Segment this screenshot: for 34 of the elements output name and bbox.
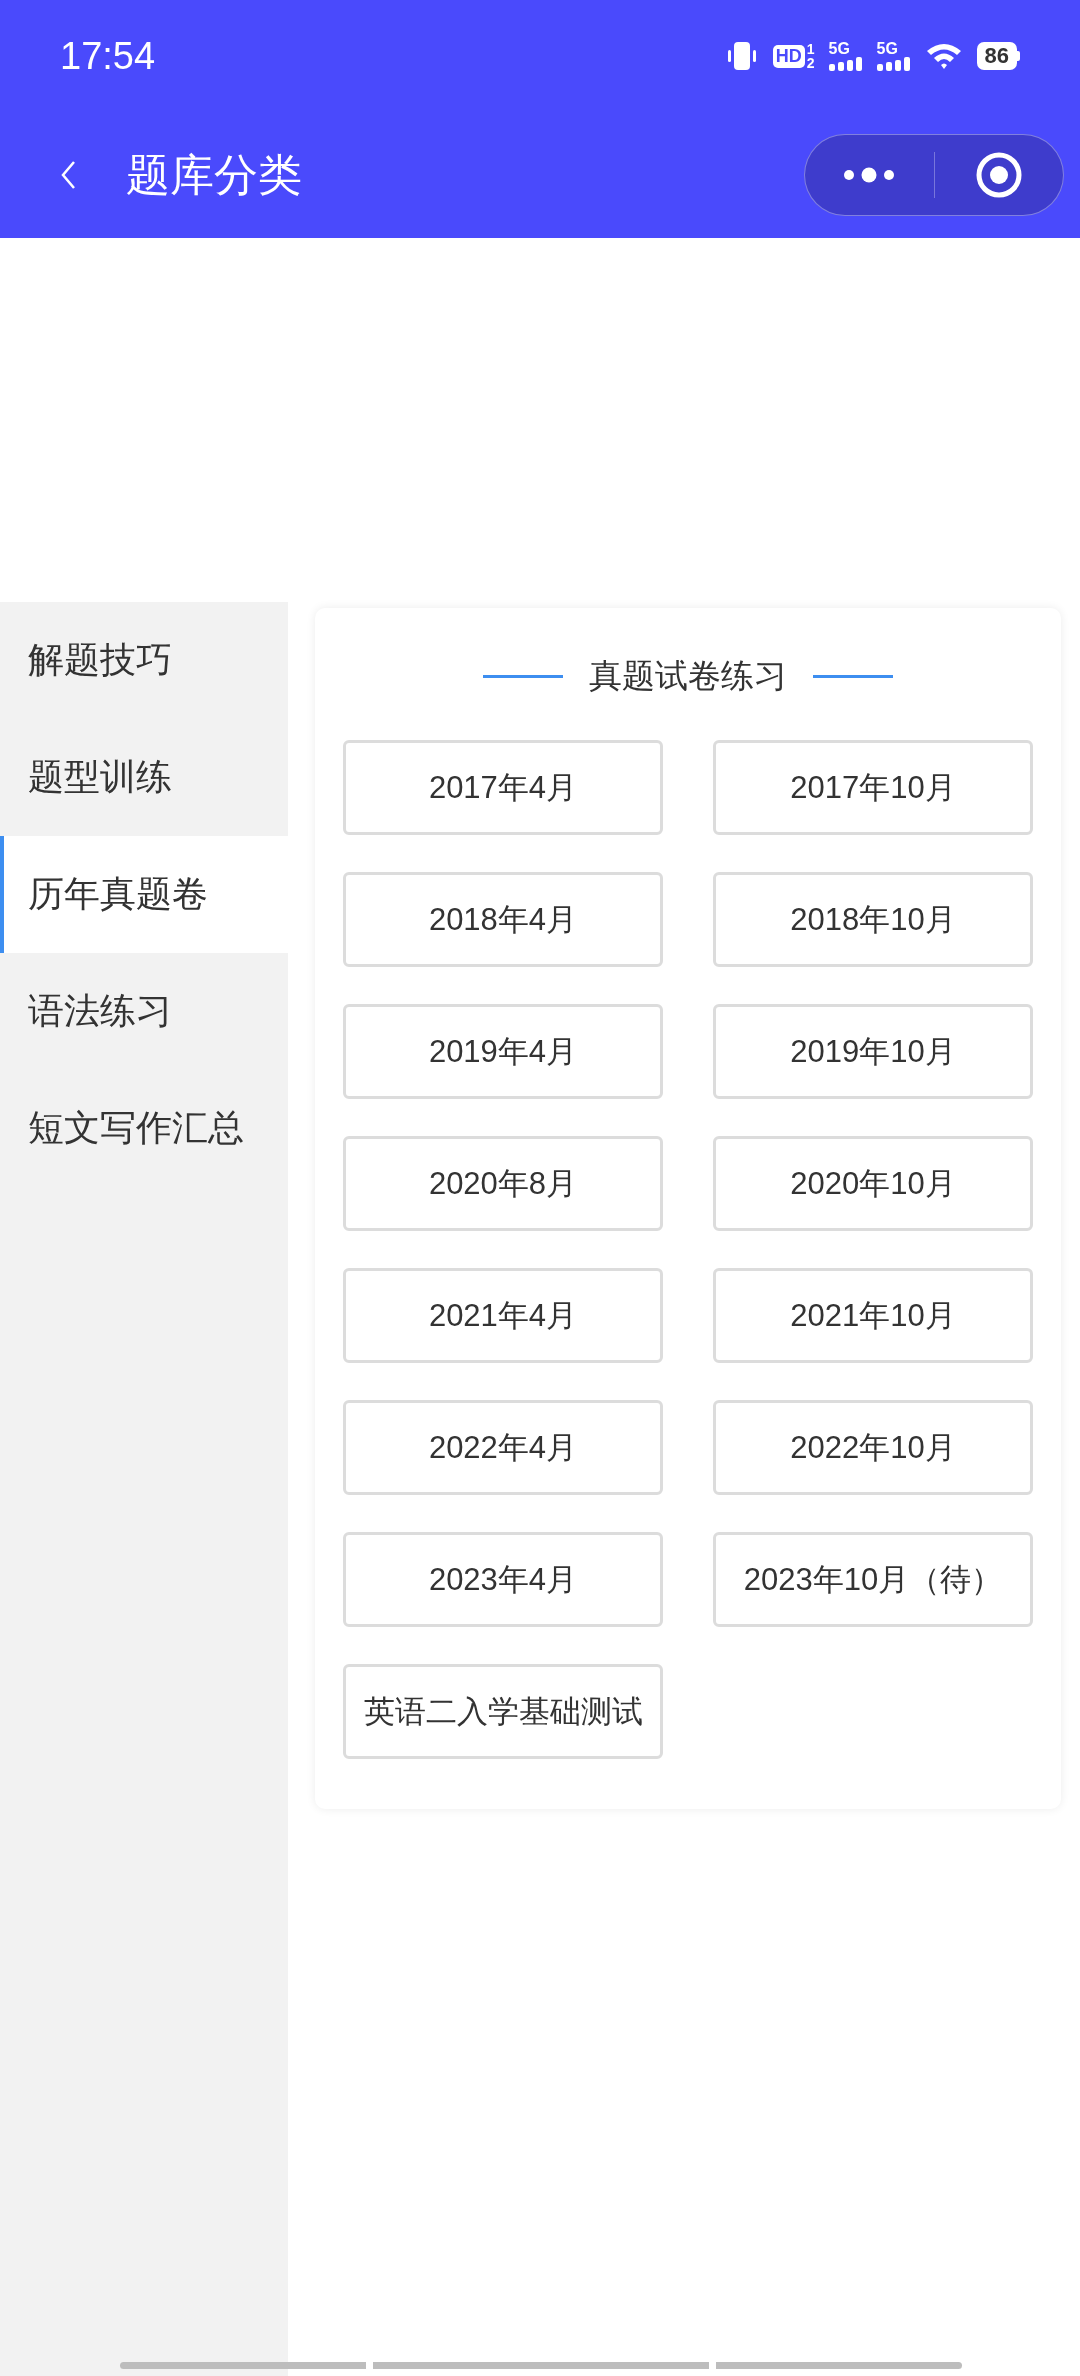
signal-icon: [876, 57, 911, 71]
signal-icon: [828, 57, 863, 71]
card-title: 真题试卷练习: [589, 655, 787, 696]
sim-number: 1: [806, 42, 815, 56]
sidebar-item[interactable]: 短文写作汇总: [0, 1070, 288, 1187]
exam-paper-button[interactable]: 2017年10月: [713, 740, 1033, 835]
exam-paper-button[interactable]: 2022年10月: [713, 1400, 1033, 1495]
page-title: 题库分类: [126, 148, 303, 201]
battery-icon: 86: [976, 42, 1020, 70]
exam-paper-button[interactable]: 2020年8月: [343, 1136, 663, 1231]
exam-paper-button[interactable]: 英语二入学基础测试: [343, 1664, 663, 1759]
network-label: 5G: [828, 41, 850, 57]
exam-paper-button[interactable]: 2023年4月: [343, 1532, 663, 1627]
network-label: 5G: [876, 41, 898, 57]
sidebar-item[interactable]: 语法练习: [0, 953, 288, 1070]
sim-number: 2: [806, 56, 815, 70]
exam-paper-button[interactable]: 2018年10月: [713, 872, 1033, 967]
exam-paper-button[interactable]: 2022年4月: [343, 1400, 663, 1495]
status-time: 17:54: [60, 34, 157, 78]
exam-paper-button[interactable]: 2020年10月: [713, 1136, 1033, 1231]
exam-paper-button[interactable]: 2019年10月: [713, 1004, 1033, 1099]
more-icon[interactable]: [842, 167, 897, 183]
hd-badge: HD: [772, 44, 805, 68]
sidebar-item[interactable]: 解题技巧: [0, 602, 288, 719]
exam-paper-button[interactable]: 2017年4月: [343, 740, 663, 835]
exam-paper-button[interactable]: 2019年4月: [343, 1004, 663, 1099]
exam-paper-button[interactable]: 2018年4月: [343, 872, 663, 967]
back-icon[interactable]: [60, 160, 76, 190]
target-icon[interactable]: [974, 151, 1023, 199]
sidebar-item[interactable]: 题型训练: [0, 719, 288, 836]
exam-paper-button[interactable]: 2021年10月: [713, 1268, 1033, 1363]
exam-paper-button[interactable]: 2023年10月（待）: [713, 1532, 1033, 1627]
sidebar-item[interactable]: 历年真题卷: [0, 836, 288, 953]
exam-paper-button[interactable]: 2021年4月: [343, 1268, 663, 1363]
